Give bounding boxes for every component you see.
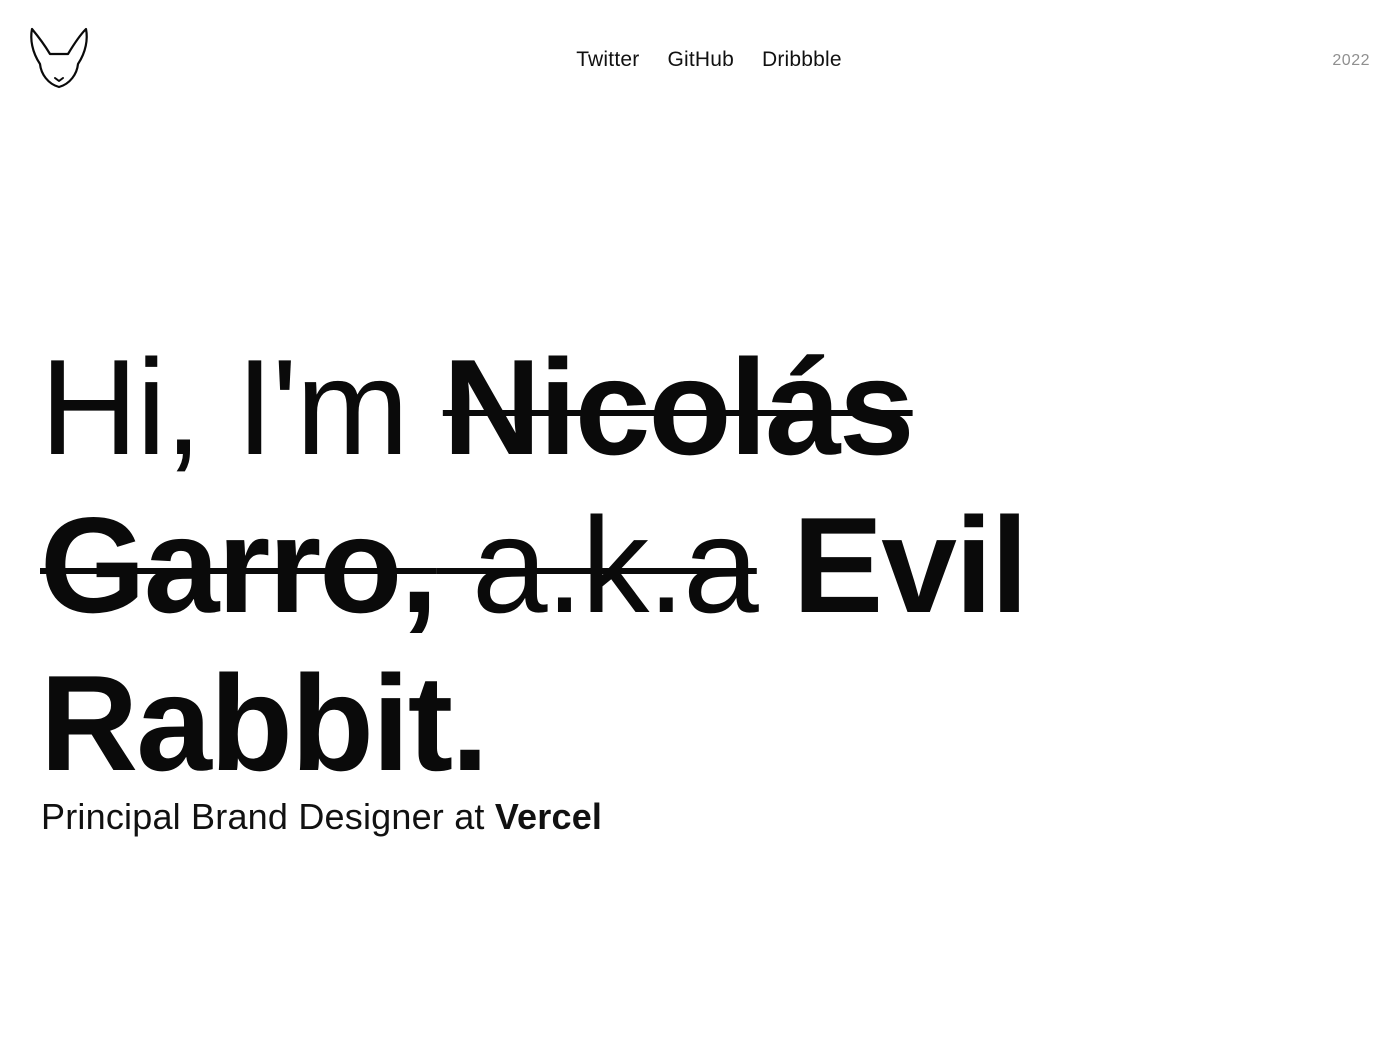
nav-link-github[interactable]: GitHub	[667, 46, 734, 74]
nav-link-twitter[interactable]: Twitter	[576, 46, 639, 74]
hero-struck-aka: a.k.a	[436, 489, 759, 641]
top-nav: Twitter GitHub Dribbble	[0, 46, 1400, 74]
tagline-company: Vercel	[494, 796, 603, 837]
nav-link-dribbble[interactable]: Dribbble	[762, 46, 842, 74]
year-label: 2022	[1332, 52, 1370, 69]
tagline-role: Principal Brand Designer at	[41, 796, 495, 837]
tagline: Principal Brand Designer at Vercel	[41, 795, 602, 839]
hero-heading: Hi, I'm Nicolás Garro, a.k.a Evil Rabbit…	[40, 328, 1340, 802]
hero-greeting: Hi, I'm	[40, 331, 443, 483]
